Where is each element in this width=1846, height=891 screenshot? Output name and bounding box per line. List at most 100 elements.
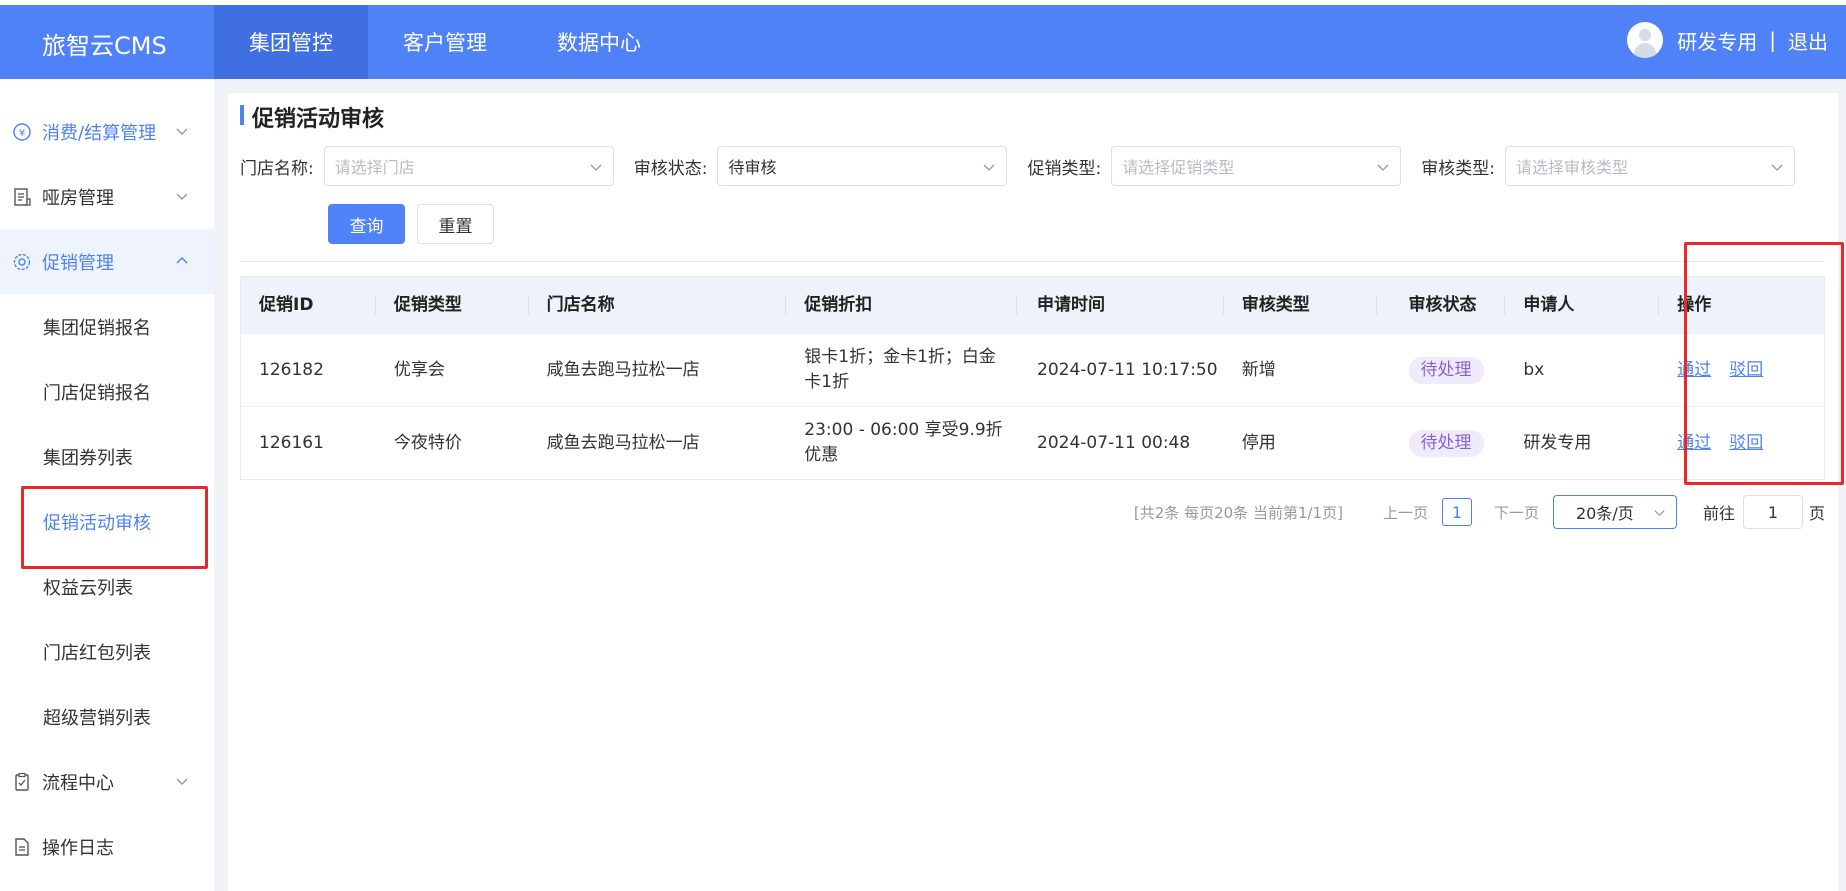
reset-button[interactable]: 重置 [417, 204, 494, 244]
discount-line: 银卡1折；金卡1折；白金 [804, 347, 996, 367]
cell-id: 126182 [259, 359, 324, 380]
filter-audit-status-label: 审核状态: [633, 158, 708, 179]
svg-text:¥: ¥ [19, 128, 25, 139]
column-header: 促销类型 [376, 293, 529, 318]
brand-logo[interactable]: 旅智云CMS [42, 26, 167, 61]
column-header: 促销折扣 [786, 293, 1017, 318]
chevron-up-icon [176, 257, 188, 264]
highlight-box-sidebar [21, 486, 208, 569]
chevron-down-icon [590, 164, 602, 171]
page-size-value: 20条/页 [1575, 504, 1634, 523]
filter-promotion-type: 促销类型: 请选择促销类型 [1027, 146, 1402, 186]
chevron-down-icon [1654, 510, 1665, 517]
cell-time: 2024-07-11 10:17:50 [1037, 359, 1218, 380]
filter-store-label: 门店名称: [240, 158, 314, 179]
filter-audit-type-label: 审核类型: [1421, 158, 1495, 179]
sidebar-item-consumption-settlement[interactable]: ¥ 消费/结算管理 [0, 99, 214, 164]
audit-status-select[interactable]: 待审核 [717, 146, 1008, 186]
status-badge: 待处理 [1408, 429, 1484, 457]
log-file-icon [12, 837, 32, 857]
promotion-type-placeholder: 请选择促销类型 [1122, 158, 1235, 177]
cell-type: 优享会 [393, 359, 445, 380]
store-select[interactable]: 请选择门店 [323, 146, 614, 186]
document-list-icon [12, 187, 32, 207]
sidebar-item-label: 促销管理 [42, 252, 114, 274]
highlight-box-actions [1684, 242, 1844, 485]
top-nav-customer-management[interactable]: 客户管理 [368, 5, 522, 79]
main-content: 促销活动审核 门店名称: 请选择门店 审核状态: 待审核 促销类型: 请选择促销… [228, 93, 1838, 891]
promotion-type-select[interactable]: 请选择促销类型 [1111, 146, 1402, 186]
pagination: [共2条 每页20条 当前第1/1页] 上一页 1 下一页 20条/页 前往 1… [1134, 495, 1825, 529]
sidebar-item-label: 流程中心 [42, 772, 114, 794]
store-select-placeholder: 请选择门店 [334, 158, 415, 177]
audit-table: 促销ID 促销类型 门店名称 促销折扣 申请时间 审核类型 审核状态 申请人 操… [240, 276, 1825, 480]
cell-status: 待处理 [1377, 356, 1506, 384]
clipboard-icon [12, 772, 32, 792]
sidebar-item-label: 哑房管理 [42, 187, 114, 209]
table-header: 促销ID 促销类型 门店名称 促销折扣 申请时间 审核类型 审核状态 申请人 操… [241, 277, 1824, 333]
column-header: 审核类型 [1224, 293, 1377, 318]
cell-discount: 银卡1折；金卡1折；白金 卡1折 [786, 345, 1017, 395]
sidebar-sub-group-coupon-list[interactable]: 集团券列表 [0, 424, 214, 489]
sidebar-sub-group-promotion-signup[interactable]: 集团促销报名 [0, 294, 214, 359]
sidebar-item-label: 消费/结算管理 [42, 122, 157, 144]
column-header: 门店名称 [529, 293, 787, 318]
column-header: 申请人 [1505, 293, 1660, 318]
chevron-down-icon [176, 128, 188, 135]
user-area: 研发专用 | 退出 [1627, 22, 1828, 58]
cell-status: 待处理 [1377, 429, 1506, 457]
cell-applicant: bx [1523, 359, 1545, 380]
logout-link[interactable]: 退出 [1788, 26, 1828, 55]
top-nav-group-control[interactable]: 集团管控 [214, 5, 368, 79]
gear-badge-icon [12, 252, 32, 272]
column-header: 促销ID [241, 293, 376, 318]
sidebar-item-process-center[interactable]: 流程中心 [0, 749, 214, 814]
filter-store: 门店名称: 请选择门店 [240, 146, 614, 186]
user-name[interactable]: 研发专用 [1677, 26, 1757, 55]
discount-line: 23:00 - 06:00 享受9.9折 [804, 420, 1003, 440]
chevron-down-icon [176, 193, 188, 200]
page-number-button[interactable]: 1 [1441, 498, 1472, 526]
cell-store: 咸鱼去跑马拉松一店 [546, 432, 700, 453]
next-page-button[interactable]: 下一页 [1494, 502, 1539, 523]
filter-audit-status: 审核状态: 待审核 [634, 146, 1008, 186]
status-badge: 待处理 [1408, 356, 1484, 384]
page-title: 促销活动审核 [240, 101, 384, 133]
cell-audit-type: 新增 [1241, 359, 1276, 380]
filter-audit-type: 审核类型: 请选择审核类型 [1421, 146, 1795, 186]
sidebar-item-label: 操作日志 [42, 837, 114, 859]
query-button[interactable]: 查询 [328, 204, 405, 244]
page-unit-label: 页 [1808, 504, 1825, 523]
sidebar-sub-store-promotion-signup[interactable]: 门店促销报名 [0, 359, 214, 424]
avatar[interactable] [1627, 22, 1664, 58]
yen-circle-icon: ¥ [12, 122, 32, 142]
table-row: 126161 今夜特价 咸鱼去跑马拉松一店 23:00 - 06:00 享受9.… [241, 406, 1824, 479]
filter-promotion-type-label: 促销类型: [1027, 158, 1102, 179]
chevron-down-icon [1771, 164, 1783, 171]
chevron-down-icon [1377, 164, 1389, 171]
cell-id: 126161 [259, 432, 324, 453]
user-separator: | [1769, 28, 1776, 52]
chevron-down-icon [176, 778, 188, 785]
table-row: 126182 优享会 咸鱼去跑马拉松一店 银卡1折；金卡1折；白金 卡1折 20… [241, 333, 1824, 406]
sidebar-item-operation-log[interactable]: 操作日志 [0, 814, 214, 879]
chevron-down-icon [984, 164, 995, 171]
column-header: 审核状态 [1377, 293, 1506, 318]
top-nav: 集团管控 客户管理 数据中心 [214, 5, 676, 79]
audit-type-placeholder: 请选择审核类型 [1515, 158, 1628, 177]
sidebar-sub-super-marketing-list[interactable]: 超级营销列表 [0, 684, 214, 749]
audit-status-value: 待审核 [728, 158, 777, 177]
goto-page-input[interactable]: 1 [1742, 495, 1803, 529]
sidebar-item-promotion-management[interactable]: 促销管理 [0, 229, 214, 294]
top-header: 旅智云CMS 集团管控 客户管理 数据中心 研发专用 | 退出 [0, 0, 1846, 79]
top-nav-data-center[interactable]: 数据中心 [522, 5, 676, 79]
cell-discount: 23:00 - 06:00 享受9.9折 优惠 [786, 418, 1017, 468]
goto-label: 前往 [1702, 504, 1735, 523]
prev-page-button[interactable]: 上一页 [1383, 502, 1428, 523]
filter-bar: 门店名称: 请选择门店 审核状态: 待审核 促销类型: 请选择促销类型 审核类型… [240, 146, 1815, 186]
sidebar-item-dumb-room[interactable]: 哑房管理 [0, 164, 214, 229]
audit-type-select[interactable]: 请选择审核类型 [1504, 146, 1795, 186]
page-size-select[interactable]: 20条/页 [1552, 495, 1677, 529]
cell-audit-type: 停用 [1241, 432, 1276, 453]
sidebar-sub-store-red-packet-list[interactable]: 门店红包列表 [0, 619, 214, 684]
